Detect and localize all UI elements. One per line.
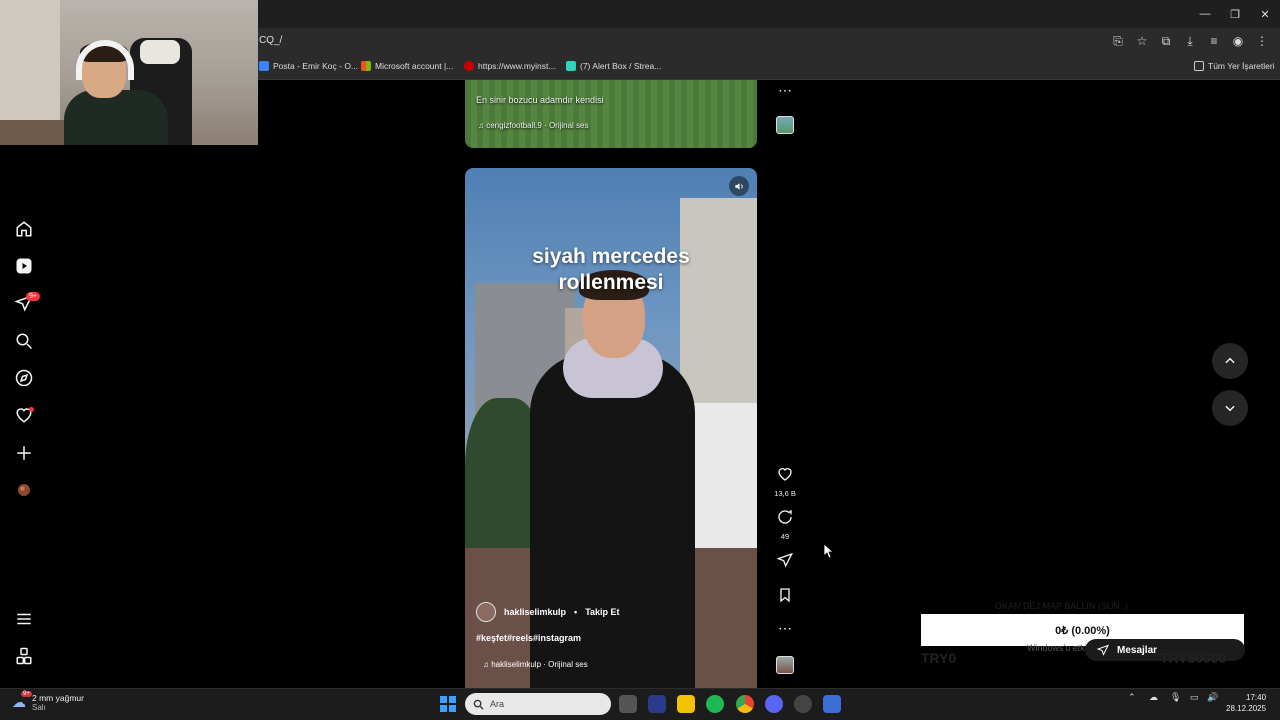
taskbar-search[interactable]: Ara — [465, 693, 611, 715]
app-icon-2[interactable] — [823, 695, 841, 713]
minimize-button[interactable]: — — [1190, 0, 1220, 28]
profile-avatar-icon[interactable]: ◉ — [1230, 32, 1246, 50]
create-icon[interactable] — [14, 443, 34, 463]
bookmark-microsoft[interactable]: Microsoft account |... — [361, 61, 453, 71]
site-icon — [464, 61, 474, 71]
microphone-icon[interactable]: 🎙 — [1170, 692, 1181, 703]
restore-button[interactable]: ❐ — [1220, 0, 1250, 28]
current-reel[interactable]: siyah mercedes rollenmesi hakliselimkulp… — [465, 168, 757, 688]
previous-reel-audio[interactable]: ♫ cengizfootball.9 · Orijinal ses — [478, 121, 589, 130]
media-control-icon[interactable]: ≡ — [1206, 32, 1222, 50]
app-icon[interactable] — [648, 695, 666, 713]
donation-goal-min: TRY0 — [921, 650, 957, 666]
url-field[interactable]: CQ_/ — [259, 35, 282, 46]
comment-button[interactable]: 49 — [774, 509, 796, 541]
browser-menu-icon[interactable]: ⋮ — [1254, 32, 1270, 50]
streamlabs-icon — [566, 61, 576, 71]
volume-icon[interactable] — [729, 176, 749, 196]
chevron-down-icon — [1225, 405, 1235, 412]
install-app-icon[interactable]: ⎘ — [1110, 32, 1126, 50]
extensions-icon[interactable]: ⧉ — [1158, 32, 1174, 50]
author-avatar[interactable] — [476, 602, 496, 622]
windows-start-icon[interactable] — [440, 696, 456, 712]
previous-reel-caption: En sinir bozucu adamdır kendisi — [476, 95, 604, 105]
heart-icon — [778, 468, 792, 481]
like-count: 13,6 B — [774, 489, 796, 498]
weather-badge: 9+ — [21, 691, 32, 697]
all-bookmarks[interactable]: Tüm Yer İşaretleri — [1194, 61, 1275, 71]
reel-overlay-title: siyah mercedes rollenmesi — [532, 245, 690, 294]
share-button[interactable] — [774, 552, 796, 573]
comment-count: 49 — [780, 532, 790, 541]
separator: • — [574, 607, 578, 617]
next-reel-button[interactable] — [1212, 390, 1248, 426]
reel-audio[interactable]: ♫ hakliselimkulp · Orijinal ses — [483, 660, 588, 669]
previous-reel-audio-thumb[interactable] — [776, 116, 794, 134]
reels-icon[interactable] — [14, 256, 34, 276]
bookmark-alertbox[interactable]: (7) Alert Box / Strea... — [566, 61, 661, 71]
microsoft-icon — [361, 61, 371, 71]
profile-icon[interactable] — [14, 480, 34, 500]
explore-icon[interactable] — [14, 368, 34, 388]
share-icon — [776, 552, 793, 568]
taskbar-clock[interactable]: 17:40 28.12.2025 — [1226, 692, 1266, 714]
home-icon[interactable] — [14, 219, 34, 239]
also-from-meta-icon[interactable] — [14, 646, 34, 666]
spotify-icon[interactable] — [706, 695, 724, 713]
bookmark-posta[interactable]: Posta - Emir Koç - O... — [259, 61, 358, 71]
obs-icon[interactable] — [794, 695, 812, 713]
like-button[interactable]: 13,6 B — [774, 466, 796, 498]
more-options-icon[interactable]: ⋯ — [774, 620, 796, 637]
downloads-icon[interactable]: ⤓ — [1182, 32, 1198, 50]
previous-reel[interactable]: En sinir bozucu adamdır kendisi ♫ cengiz… — [465, 80, 757, 148]
follow-button[interactable]: Takip Et — [585, 607, 619, 617]
file-explorer-icon[interactable] — [677, 695, 695, 713]
task-view-icon[interactable] — [619, 695, 637, 713]
comment-icon — [778, 509, 792, 524]
discord-icon[interactable] — [765, 695, 783, 713]
messages-badge: 9+ — [26, 292, 40, 301]
audio-thumb[interactable] — [776, 656, 794, 674]
volume-icon-tray[interactable]: 🔊 — [1207, 692, 1218, 703]
network-icon[interactable]: ☁ — [1149, 692, 1158, 703]
mouse-cursor — [824, 544, 834, 558]
reel-hashtags[interactable]: #keşfet#reels#instagram — [476, 633, 581, 643]
notification-dot — [29, 407, 34, 412]
bookmark-icon — [780, 588, 790, 603]
bookmark-star-icon[interactable]: ☆ — [1134, 32, 1150, 50]
more-icon[interactable] — [14, 609, 34, 629]
chevron-up-icon — [1225, 357, 1235, 364]
donation-goal-max: TRY50000 — [1160, 650, 1227, 666]
mail-icon — [259, 61, 269, 71]
search-icon — [473, 699, 484, 710]
search-icon[interactable] — [14, 331, 34, 351]
author-username[interactable]: hakliselimkulp — [504, 607, 566, 617]
folder-icon — [1194, 61, 1204, 71]
display-icon[interactable]: ▭ — [1190, 692, 1199, 703]
webcam-overlay — [0, 0, 258, 145]
donation-goal-title: OKAN DEJ MAP BALLIN (SUN..) — [995, 601, 1128, 611]
messenger-icon — [1097, 644, 1109, 656]
save-button[interactable] — [774, 587, 796, 608]
windows-taskbar — [0, 688, 1280, 720]
close-button[interactable]: ✕ — [1250, 0, 1280, 28]
tray-chevron-up-icon[interactable]: ⌃ — [1128, 692, 1136, 703]
chrome-icon[interactable] — [736, 695, 754, 713]
previous-reel-button[interactable] — [1212, 343, 1248, 379]
previous-reel-more-icon[interactable]: ⋯ — [774, 82, 796, 99]
bookmark-myinst[interactable]: https://www.myinst... — [464, 61, 555, 71]
